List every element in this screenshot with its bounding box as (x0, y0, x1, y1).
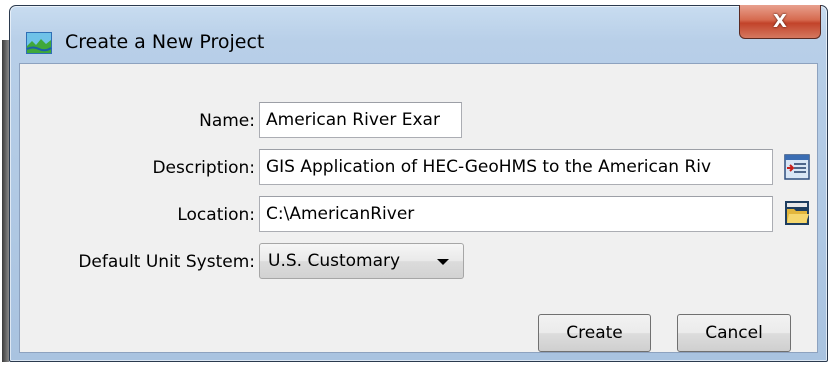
description-label: Description: (152, 158, 255, 178)
window-outer-shadow (2, 40, 9, 362)
name-field[interactable]: American River Exar (259, 102, 462, 138)
description-field[interactable]: GIS Application of HEC-GeoHMS to the Ame… (259, 149, 773, 185)
unit-system-value: U.S. Customary (268, 251, 401, 271)
unit-system-select[interactable]: U.S. Customary (259, 243, 464, 279)
dialog-content: Name: American River Exar Description: G… (19, 63, 818, 353)
window-title: Create a New Project (65, 31, 265, 53)
cancel-button[interactable]: Cancel (677, 314, 791, 352)
close-button[interactable]: X (739, 5, 821, 39)
chevron-down-icon (437, 259, 449, 265)
unit-system-label: Default Unit System: (78, 252, 255, 272)
hec-hms-app-icon (26, 32, 52, 54)
dialog-window: Create a New Project X Name: American Ri… (9, 5, 828, 362)
create-button[interactable]: Create (538, 314, 651, 352)
location-field[interactable]: C:\AmericanRiver (259, 196, 773, 232)
text-editor-icon[interactable] (784, 154, 810, 180)
close-icon: X (773, 11, 787, 32)
open-folder-icon[interactable] (784, 200, 810, 226)
name-label: Name: (199, 111, 255, 131)
location-label: Location: (177, 205, 255, 225)
